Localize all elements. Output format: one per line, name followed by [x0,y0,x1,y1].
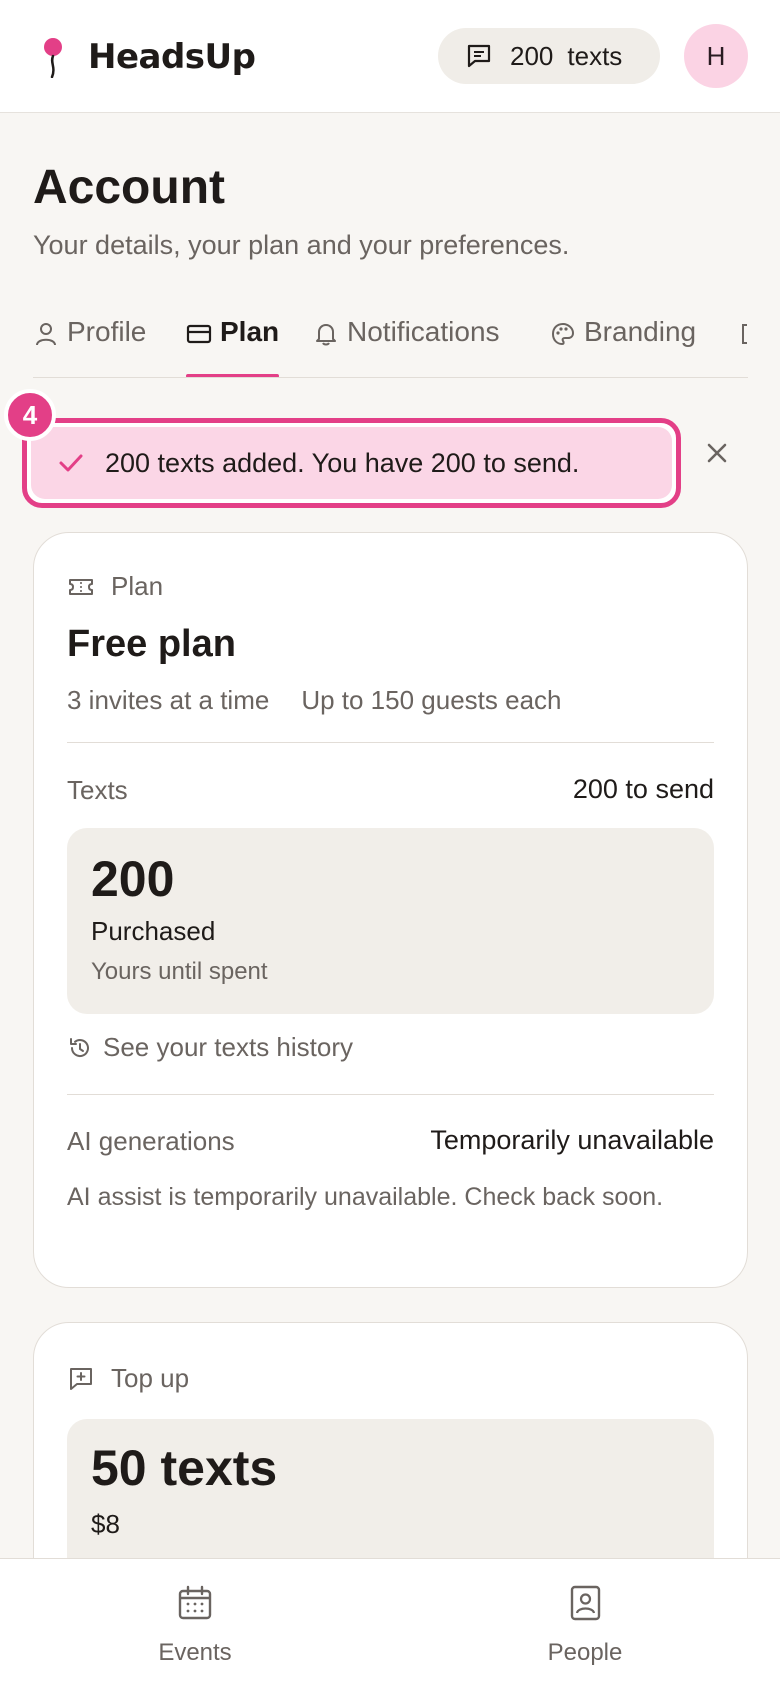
tab-notifications[interactable]: Notifications [313,316,500,377]
avatar[interactable]: H [684,24,748,88]
topup-pack-title: 50 texts [91,1440,278,1496]
step-badge: 4 [4,389,56,441]
tab-profile[interactable]: Profile [33,316,147,377]
nav-events[interactable]: Events [115,1583,275,1667]
credits-count: 200 [510,40,554,71]
divider [67,742,714,743]
topup-pack-price: $8 [91,1509,120,1539]
contact-book-icon [570,1585,601,1621]
calendar-icon [178,1585,212,1620]
account-tabs: Profile Plan Notifications Branding [33,316,748,378]
plan-guests-limit: Up to 150 guests each [301,685,562,715]
user-icon [36,323,56,346]
tab-profile-label: Profile [67,316,147,347]
texts-history-link[interactable]: See your texts history [67,1032,353,1063]
toast-message: 200 texts added. You have 200 to send. [105,447,580,478]
tab-overflow[interactable] [739,316,748,377]
plan-meta: 3 invites at a time Up to 150 guests each [67,685,562,716]
card-icon [186,324,212,344]
plan-card: Plan Free plan 3 invites at a time Up to … [33,532,748,1288]
credits-unit: texts [567,40,623,71]
tab-plan-label: Plan [220,316,280,347]
texts-stat-box: 200 Purchased Yours until spent [67,828,714,1014]
bottom-nav: Events People [0,1558,780,1688]
topup-section-label: Top up [67,1363,189,1394]
brand-logo[interactable]: HeadsUp [38,36,256,78]
balloon-icon [44,38,62,78]
toast-body: 200 texts added. You have 200 to send. [31,427,672,499]
ai-generations-label: AI generations [67,1126,235,1156]
tab-branding-label: Branding [584,316,697,347]
bell-icon [316,324,336,346]
tab-plan[interactable]: Plan [186,316,280,377]
texts-value: 200 to send [572,774,714,804]
message-icon [467,44,491,68]
brand-name: HeadsUp [88,37,256,77]
top-bar: HeadsUp 200 texts H [0,0,780,113]
nav-events-label: Events [158,1639,232,1666]
message-plus-icon [70,1367,92,1390]
topup-label-text: Top up [111,1363,190,1393]
ai-note: AI assist is temporarily unavailable. Ch… [67,1183,664,1211]
ai-generations-value: Temporarily unavailable [430,1125,714,1155]
texts-purchased-count: 200 [91,851,175,907]
plan-section-label: Plan [67,571,163,602]
palette-icon [551,322,575,346]
page-title: Account [33,161,225,214]
plan-name: Free plan [67,623,236,665]
success-toast: 200 texts added. You have 200 to send. [22,418,681,508]
texts-purchased-sub: Yours until spent [91,958,268,985]
page-subtitle: Your details, your plan and your prefere… [33,230,570,260]
close-icon[interactable] [702,438,732,468]
history-icon [70,1037,89,1057]
texts-purchased-title: Purchased [91,916,216,946]
more-tab-icon [742,324,747,344]
nav-people-label: People [547,1639,623,1666]
texts-credits-pill[interactable]: 200 texts [438,28,660,84]
check-icon [59,454,83,472]
ticket-icon [69,578,93,595]
divider [67,1094,714,1095]
tab-branding[interactable]: Branding [550,316,697,377]
texts-label: Texts [67,775,128,805]
nav-people[interactable]: People [505,1583,665,1667]
plan-invites-limit: 3 invites at a time [67,685,270,715]
tab-notifications-label: Notifications [347,316,500,347]
texts-history-label: See your texts history [103,1032,353,1062]
plan-label-text: Plan [111,571,164,601]
